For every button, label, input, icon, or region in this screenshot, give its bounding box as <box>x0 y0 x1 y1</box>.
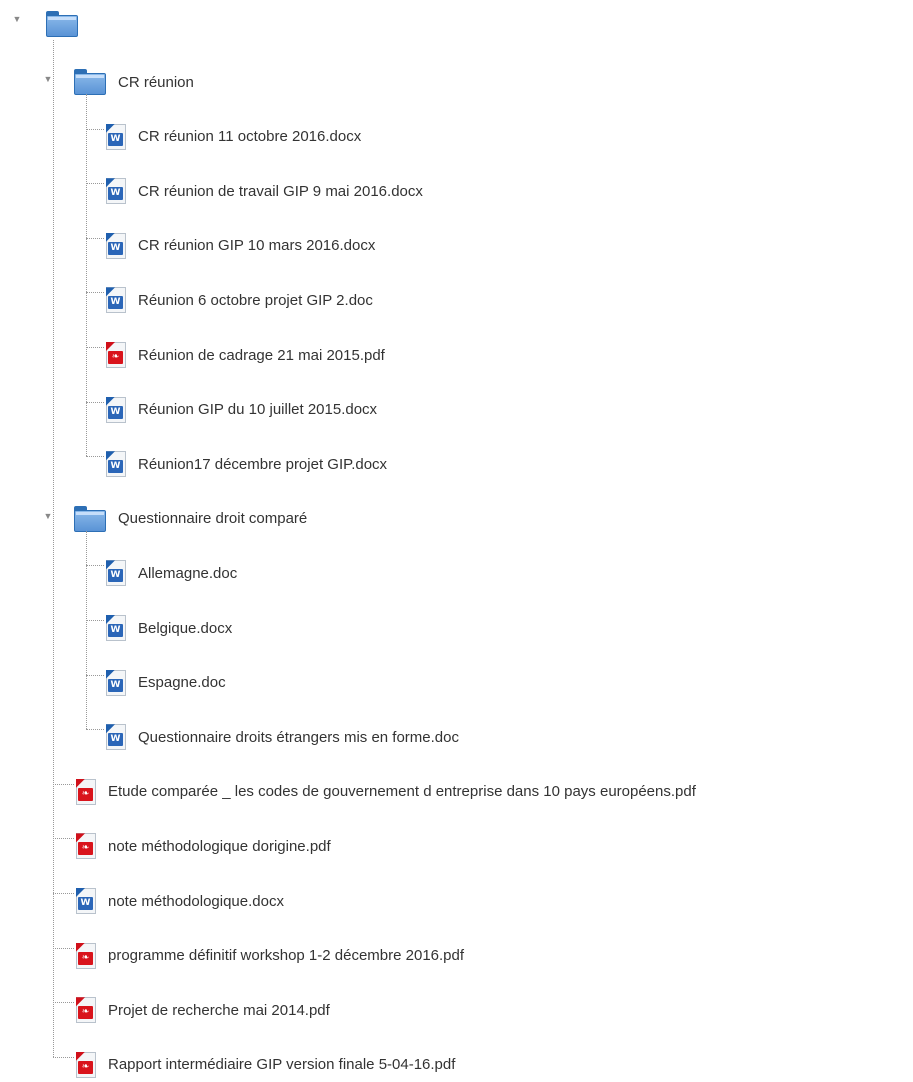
pdf-document-icon: ❧ <box>74 942 96 969</box>
file-node[interactable]: W Allemagne.doc <box>104 556 237 590</box>
word-document-icon: W <box>104 560 126 587</box>
tree-connector-line <box>53 783 74 785</box>
pdf-document-icon: ❧ <box>74 778 96 805</box>
tree-guide-line <box>86 530 87 730</box>
folder-node[interactable]: CR réunion <box>74 65 194 99</box>
file-node[interactable]: ❧ programme définitif workshop 1-2 décemb… <box>74 939 464 973</box>
file-node-label: Réunion 6 octobre projet GIP 2.doc <box>138 291 373 309</box>
tree-connector-line <box>53 838 74 840</box>
file-node-label: note méthodologique dorigine.pdf <box>108 837 331 855</box>
file-node[interactable]: Wnote méthodologique.docx <box>74 884 284 918</box>
tree-connector-line <box>86 565 104 567</box>
tree-connector-line <box>86 674 104 676</box>
file-node-label: Belgique.docx <box>138 619 233 637</box>
tree-guide-line <box>53 40 54 1057</box>
file-node[interactable]: ❧ Projet de recherche mai 2014.pdf <box>74 993 330 1027</box>
file-node-label: Réunion de cadrage 21 mai 2015.pdf <box>138 346 385 364</box>
file-node-label: Etude comparée _ les codes de gouverneme… <box>108 783 696 801</box>
tree-connector-line <box>86 729 104 731</box>
tree-connector-line <box>86 456 104 458</box>
file-node-label: CR réunion 11 octobre 2016.docx <box>138 128 362 146</box>
word-document-icon: W <box>104 615 126 641</box>
word-document-icon: W <box>104 123 126 150</box>
word-document-icon: W <box>74 888 96 914</box>
tree-connector-line <box>53 1002 74 1004</box>
folder-icon <box>74 505 106 532</box>
file-node[interactable]: W CR réunion 11 octobre 2016.docx <box>104 120 361 154</box>
file-node-label: Projet de recherche mai 2014.pdf <box>108 1001 330 1019</box>
file-tree-page: { "tree": { "root": { "icon": "folder-ic… <box>0 0 913 1078</box>
tree-connector-line <box>53 893 74 894</box>
file-node[interactable]: ❧ Rapport intermédiaire GIP version final… <box>74 1048 455 1082</box>
tree-connector-line <box>86 183 104 185</box>
word-document-icon: W <box>104 178 126 205</box>
expand-toggle-icon[interactable]: ▼ <box>43 511 53 521</box>
tree-connector-line <box>86 237 104 239</box>
tree-connector-line <box>86 347 104 348</box>
word-document-icon: W <box>104 396 126 423</box>
file-node-label: CR réunion de travail GIP 9 mai 2016.doc… <box>138 182 423 200</box>
file-node[interactable]: W CR réunion GIP 10 mars 2016.docx <box>104 229 375 263</box>
file-node[interactable]: W Réunion 6 octobre projet GIP 2.doc <box>104 283 373 317</box>
file-node-label: Rapport intermédiaire GIP version finale… <box>108 1056 456 1074</box>
pdf-document-icon: ❧ <box>104 342 126 368</box>
pdf-document-icon: ❧ <box>74 1051 96 1078</box>
folder-node-label: CR réunion <box>118 73 194 91</box>
tree-connector-line <box>86 128 104 130</box>
tree-connector-line <box>53 1056 74 1058</box>
folder-node-label: Questionnaire droit comparé <box>118 510 308 528</box>
pdf-document-icon: ❧ <box>74 833 96 860</box>
word-document-icon: W <box>104 724 126 751</box>
file-node[interactable]: W Belgique.docx <box>104 611 232 645</box>
word-document-icon: W <box>104 287 126 314</box>
file-node[interactable]: ❧ Réunion de cadrage 21 mai 2015.pdf <box>104 338 385 372</box>
file-node[interactable]: W Questionnaire droits étrangers mis en f… <box>104 720 459 754</box>
folder-node[interactable]: Questionnaire droit comparé <box>74 502 307 536</box>
word-document-icon: W <box>104 451 126 478</box>
tree-connector-line <box>86 292 104 294</box>
tree-connector-line <box>86 620 104 621</box>
file-node[interactable]: W Réunion GIP du 10 juillet 2015.docx <box>104 393 377 427</box>
file-node[interactable]: ❧ note méthodologique dorigine.pdf <box>74 829 331 863</box>
file-node[interactable]: ❧ Etude comparée _ les codes de gouvernem… <box>74 775 696 809</box>
folder-icon <box>74 69 106 95</box>
file-node-label: note méthodologique.docx <box>108 892 284 910</box>
file-node-label: CR réunion GIP 10 mars 2016.docx <box>138 237 376 255</box>
file-node-label: Espagne.doc <box>138 674 226 692</box>
file-node-label: Questionnaire droits étrangers mis en fo… <box>138 728 459 746</box>
folder-icon <box>46 11 78 37</box>
word-document-icon: W <box>104 232 126 259</box>
root-folder[interactable] <box>46 7 78 41</box>
file-node-label: Réunion GIP du 10 juillet 2015.docx <box>138 401 378 419</box>
tree-connector-line <box>86 401 104 403</box>
expand-toggle-icon[interactable]: ▼ <box>12 14 22 24</box>
tree-guide-line <box>86 94 87 457</box>
file-node[interactable]: W CR réunion de travail GIP 9 mai 2016.do… <box>104 174 423 208</box>
file-node[interactable]: W Espagne.doc <box>104 666 226 700</box>
file-node-label: Allemagne.doc <box>138 564 238 582</box>
tree-connector-line <box>53 947 74 949</box>
file-node-label: programme définitif workshop 1-2 décembr… <box>108 947 465 965</box>
file-node[interactable]: W Réunion17 décembre projet GIP.docx <box>104 447 387 481</box>
file-node-label: Réunion17 décembre projet GIP.docx <box>138 455 388 473</box>
pdf-document-icon: ❧ <box>74 997 96 1024</box>
expand-toggle-icon[interactable]: ▼ <box>43 74 53 84</box>
word-document-icon: W <box>104 669 126 696</box>
